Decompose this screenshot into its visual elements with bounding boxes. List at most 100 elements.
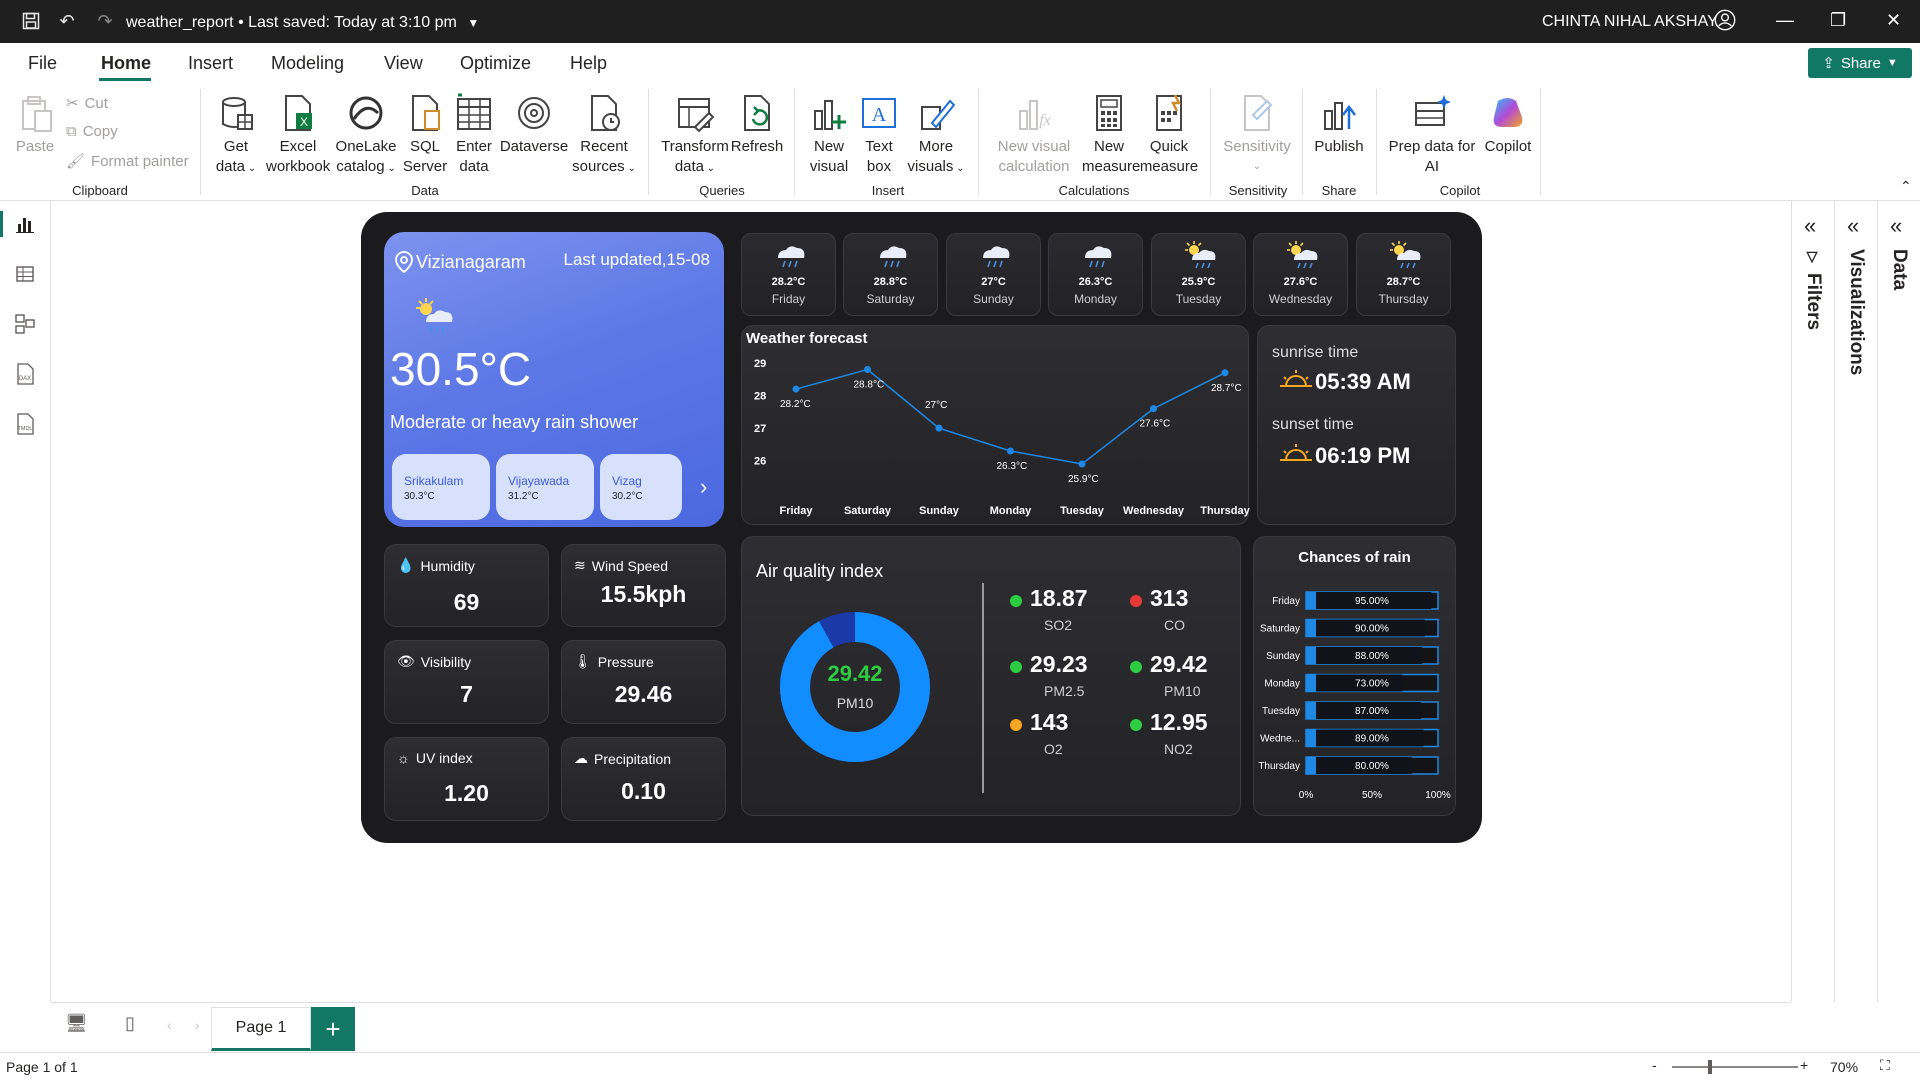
forecast-temp: 28.7°C [1386, 276, 1421, 288]
tab-home[interactable]: Home [101, 53, 151, 74]
chevron-right-icon[interactable]: › [700, 474, 707, 500]
mobile-layout-icon[interactable]: ▯ [125, 1013, 135, 1034]
x-tick-label: Friday [779, 505, 813, 517]
chances-of-rain-chart[interactable]: Chances of rain Friday 95.00% Saturday 90.0… [1253, 536, 1456, 816]
get-data-button[interactable]: Get data ⌄ [208, 93, 264, 179]
forecast-day-card[interactable]: 26.3°C Monday [1048, 233, 1143, 316]
data-pane[interactable]: « Data [1877, 201, 1920, 1002]
dataverse-button[interactable]: Dataverse [498, 93, 570, 157]
visualizations-pane[interactable]: « Visualizations [1834, 201, 1877, 1002]
sql-server-button[interactable]: SQL Server [400, 93, 450, 177]
bar-fill-marker [1306, 674, 1316, 692]
page-tab[interactable]: Page 1 [211, 1007, 311, 1051]
account-icon[interactable] [1714, 9, 1736, 31]
bar-fill-marker [1306, 647, 1316, 664]
zoom-in-button[interactable]: + [1800, 1057, 1808, 1073]
tmdl-view-icon[interactable]: TMDL [12, 411, 38, 437]
restore-icon[interactable]: ❐ [1830, 10, 1846, 31]
tab-insert[interactable]: Insert [188, 53, 233, 74]
tab-view[interactable]: View [384, 53, 423, 74]
undo-icon[interactable]: ↶ [56, 10, 78, 32]
current-location-card[interactable]: Vizianagaram Last updated,15-08 30.5°C M… [384, 232, 724, 527]
tab-optimize[interactable]: Optimize [460, 53, 531, 74]
chevron-down-icon: ▼ [1886, 57, 1898, 69]
onelake-icon [349, 96, 383, 130]
y-tick-label: Friday [1272, 596, 1300, 607]
city-card-vizag[interactable]: Vizag 30.2°C [600, 454, 682, 520]
save-icon[interactable] [20, 10, 42, 32]
redo-icon[interactable]: ↷ [94, 10, 116, 32]
data-point [792, 385, 800, 393]
zoom-slider[interactable] [1672, 1060, 1798, 1074]
report-view-icon[interactable] [12, 211, 38, 237]
format-painter-button[interactable]: 🖌 Format painter [66, 152, 189, 171]
group-label-insert: Insert [871, 183, 905, 198]
data-label: 28.7°C [1211, 383, 1242, 394]
tab-modeling[interactable]: Modeling [271, 53, 344, 74]
forecast-day-card[interactable]: 28.7°C Thursday [1356, 233, 1451, 316]
new-visual-calculation-label: New visual calculation [997, 138, 1071, 175]
enter-data-button[interactable]: Enter data [452, 93, 496, 177]
fit-to-page-icon[interactable]: ⛶ [1880, 1057, 1890, 1074]
minimize-icon[interactable]: — [1776, 10, 1794, 31]
city-card-srikakulam[interactable]: Srikakulam 30.3°C [392, 454, 490, 520]
new-visual-button[interactable]: New visual [804, 93, 854, 177]
publish-button[interactable]: Publish [1312, 93, 1366, 157]
expand-filters-icon[interactable]: « [1804, 213, 1816, 239]
expand-visualizations-icon[interactable]: « [1847, 213, 1859, 239]
onelake-catalog-button[interactable]: OneLake catalog ⌄ [334, 93, 398, 179]
tab-help[interactable]: Help [570, 53, 607, 74]
weather-forecast-chart[interactable]: Weather forecast 26 27 28 29 28.2°C 28.8°C 27°… [741, 325, 1250, 525]
quick-measure-icon [1156, 94, 1182, 131]
cut-button[interactable]: ✂ Cut [66, 94, 108, 113]
sensitivity-button[interactable]: Sensitivity ⌄ [1220, 93, 1294, 177]
new-measure-button[interactable]: New measure [1082, 93, 1140, 177]
desktop-layout-icon[interactable]: 🖥 [65, 1013, 88, 1034]
prep-data-for-ai-button[interactable]: Prep data for AI [1386, 93, 1478, 177]
add-page-button[interactable]: + [311, 1007, 355, 1051]
quick-measure-button[interactable]: Quick measure [1138, 93, 1200, 177]
document-title[interactable]: weather_report • Last saved: Today at 3:… [126, 14, 479, 32]
aqi-donut [780, 612, 930, 762]
close-icon[interactable]: ✕ [1886, 10, 1901, 31]
next-page-icon[interactable]: › [195, 1017, 200, 1033]
forecast-day-card[interactable]: 25.9°C Tuesday [1151, 233, 1246, 316]
previous-page-icon[interactable]: ‹ [167, 1017, 172, 1033]
forecast-day-card[interactable]: 27°C Sunday [946, 233, 1041, 316]
prep-data-ai-icon [1415, 95, 1451, 126]
dax-query-view-icon[interactable]: DAX [12, 361, 38, 387]
expand-data-icon[interactable]: « [1890, 213, 1902, 239]
copilot-button[interactable]: Copilot [1478, 93, 1538, 157]
text-box-button[interactable]: A Text box [856, 93, 902, 177]
group-divider [648, 89, 649, 195]
air-quality-card[interactable]: Air quality index 29.42 PM10 18.87 SO2 313… [741, 536, 1241, 816]
forecast-day-card[interactable]: 28.2°C Friday [741, 233, 836, 316]
paste-button[interactable]: Paste [12, 93, 58, 157]
forecast-day-card[interactable]: 28.8°C Saturday [843, 233, 938, 316]
zoom-out-button[interactable]: - [1652, 1057, 1657, 1073]
collapse-ribbon-icon[interactable]: ⌃ [1900, 178, 1912, 195]
forecast-day-card[interactable]: 27.6°C Wednesday [1253, 233, 1348, 316]
copy-button[interactable]: ⧉ Copy [66, 123, 118, 140]
filters-pane[interactable]: « ▽ Filters [1791, 201, 1834, 1002]
pollutant-value: 29.42 [1150, 651, 1208, 677]
refresh-label: Refresh [730, 138, 784, 155]
more-visuals-button[interactable]: More visuals ⌄ [904, 93, 968, 179]
refresh-button[interactable]: Refresh [730, 93, 784, 157]
transform-data-button[interactable]: Transform data ⌄ [660, 93, 730, 179]
tab-file[interactable]: File [28, 53, 57, 74]
zoom-level[interactable]: 70% [1830, 1059, 1858, 1075]
recent-sources-button[interactable]: Recent sources ⌄ [570, 93, 638, 179]
chevron-down-icon: ⌄ [953, 163, 965, 174]
model-view-icon[interactable] [12, 311, 38, 337]
share-button[interactable]: ⇪ Share ▼ [1808, 48, 1912, 78]
new-visual-calculation-button[interactable]: fx New visual calculation [990, 93, 1078, 177]
table-view-icon[interactable] [12, 261, 38, 287]
city-card-vijayawada[interactable]: Vijayawada 31.2°C [496, 454, 594, 520]
zoom-slider-thumb[interactable] [1708, 1060, 1712, 1074]
user-name[interactable]: CHINTA NIHAL AKSHAY [1542, 13, 1718, 31]
sunset-label: sunset time [1272, 416, 1354, 433]
data-label: 80.00% [1355, 761, 1389, 772]
data-label: 28.2°C [780, 399, 811, 410]
excel-workbook-button[interactable]: X Excel workbook [266, 93, 330, 177]
